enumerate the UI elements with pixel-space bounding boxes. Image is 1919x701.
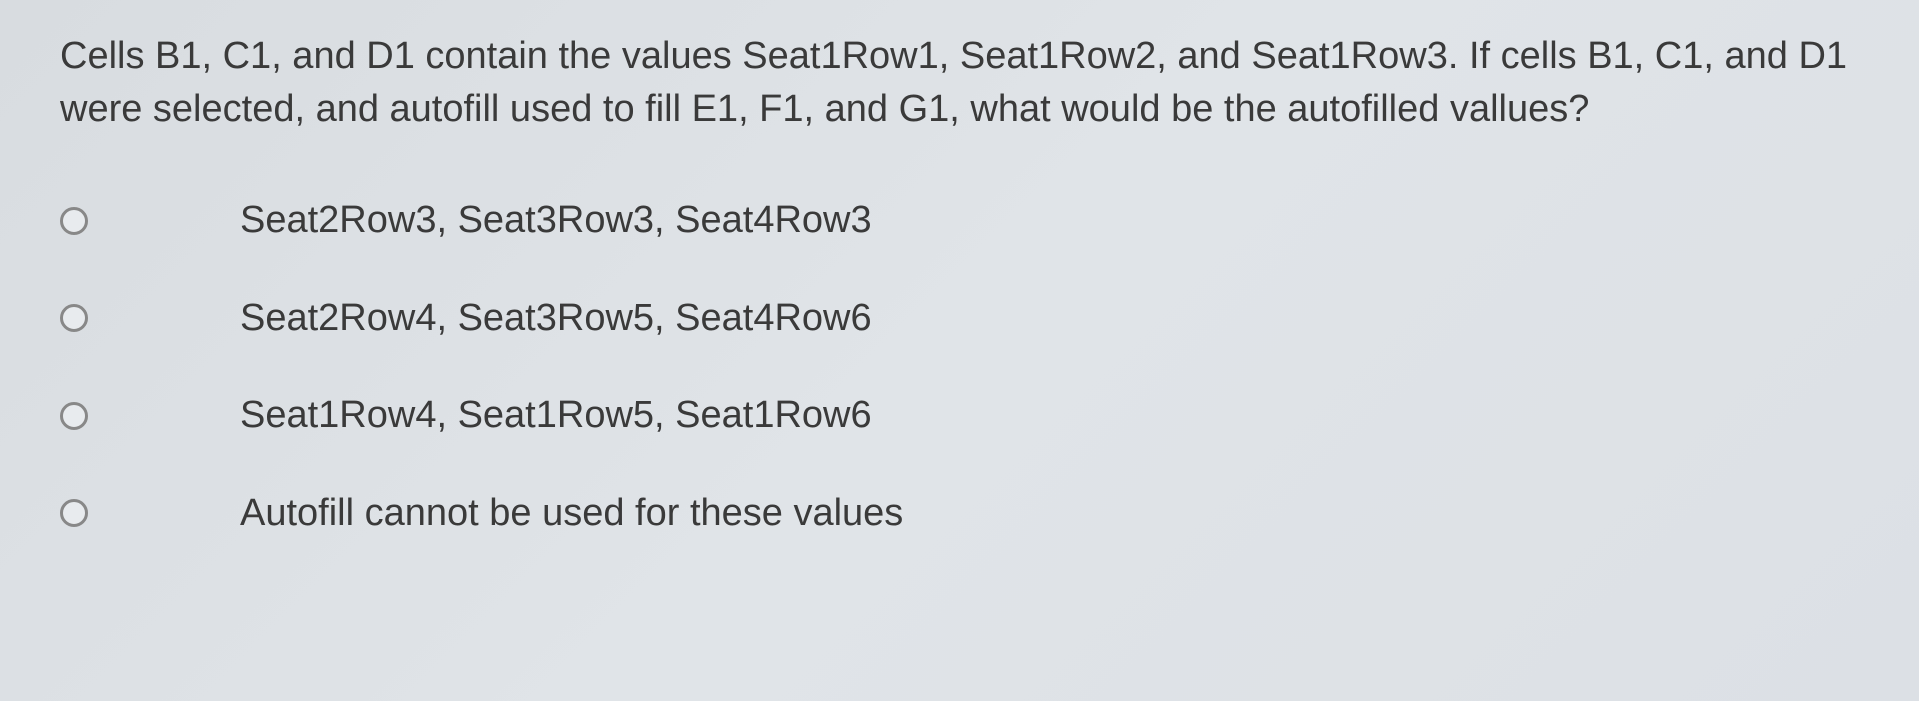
option-label: Seat2Row3, Seat3Row3, Seat4Row3	[240, 196, 872, 245]
radio-icon[interactable]	[60, 304, 88, 332]
radio-icon[interactable]	[60, 402, 88, 430]
option-label: Seat2Row4, Seat3Row5, Seat4Row6	[240, 294, 872, 343]
option-label: Seat1Row4, Seat1Row5, Seat1Row6	[240, 391, 872, 440]
radio-icon[interactable]	[60, 207, 88, 235]
question-text: Cells B1, C1, and D1 contain the values …	[60, 30, 1859, 136]
option-label: Autofill cannot be used for these values	[240, 489, 903, 538]
option-row[interactable]: Autofill cannot be used for these values	[240, 489, 1859, 538]
option-row[interactable]: Seat2Row4, Seat3Row5, Seat4Row6	[240, 294, 1859, 343]
option-row[interactable]: Seat1Row4, Seat1Row5, Seat1Row6	[240, 391, 1859, 440]
options-list: Seat2Row3, Seat3Row3, Seat4Row3 Seat2Row…	[60, 196, 1859, 538]
option-row[interactable]: Seat2Row3, Seat3Row3, Seat4Row3	[240, 196, 1859, 245]
radio-icon[interactable]	[60, 499, 88, 527]
